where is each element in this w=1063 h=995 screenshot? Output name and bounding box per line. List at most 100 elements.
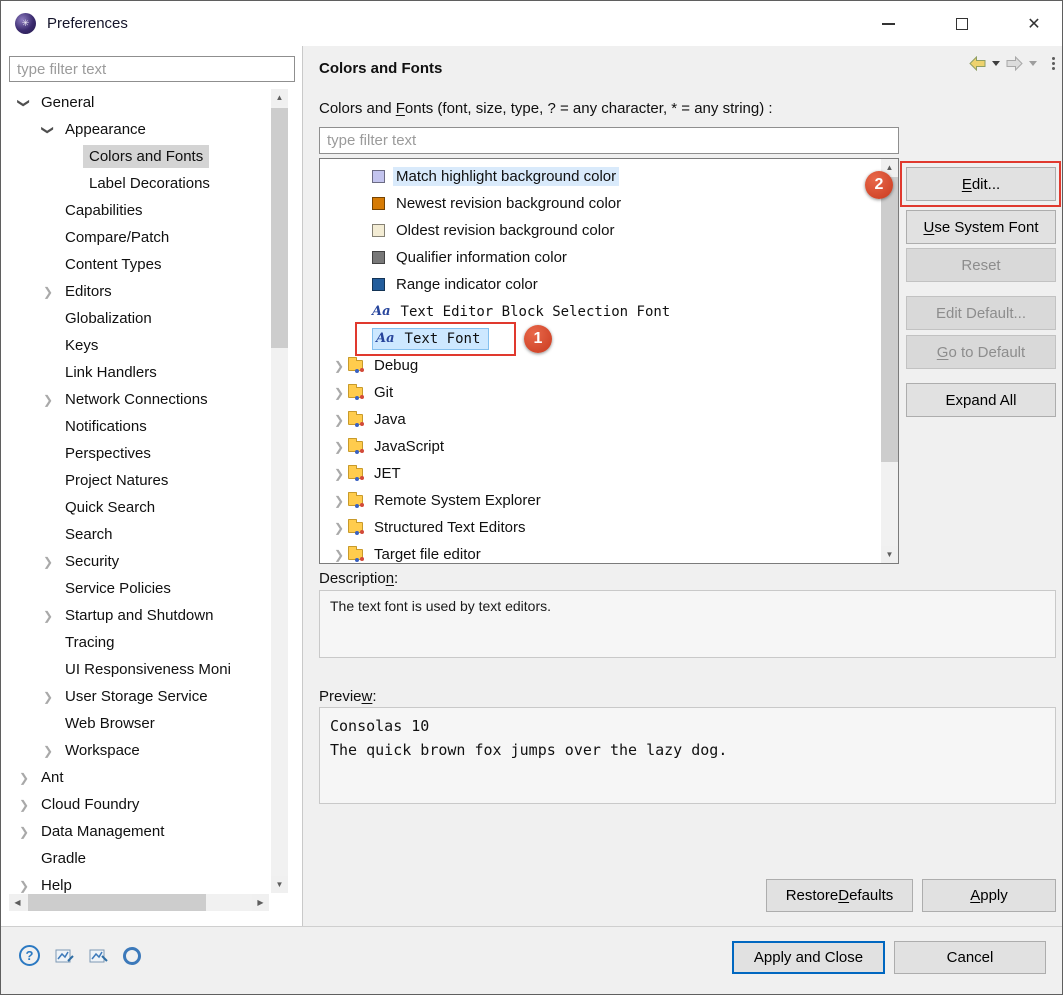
chevron-collapsed-icon[interactable] xyxy=(13,796,35,814)
scrollbar-thumb[interactable] xyxy=(28,894,206,911)
list-item-git[interactable]: Git xyxy=(320,379,881,406)
list-item-newest-revision[interactable]: Newest revision background color xyxy=(320,190,881,217)
chevron-collapsed-icon[interactable] xyxy=(37,553,59,571)
scroll-up-icon[interactable] xyxy=(271,89,288,106)
tree-item-editors[interactable]: Editors xyxy=(1,278,269,305)
fonts-filter-input[interactable] xyxy=(319,127,899,154)
list-item-java[interactable]: Java xyxy=(320,406,881,433)
tree-item-gradle[interactable]: Gradle xyxy=(1,845,269,872)
tree-item-tracing[interactable]: Tracing xyxy=(1,629,269,656)
go-to-default-button[interactable]: Go to Default xyxy=(906,335,1056,369)
tree-item-compare-patch[interactable]: Compare/Patch xyxy=(1,224,269,251)
tree-item-appearance[interactable]: Appearance xyxy=(1,116,269,143)
tree-item-colors-and-fonts[interactable]: Colors and Fonts xyxy=(1,143,269,170)
chevron-collapsed-icon[interactable] xyxy=(330,546,348,563)
chevron-collapsed-icon[interactable] xyxy=(37,688,59,706)
scrollbar-thumb[interactable] xyxy=(881,177,898,462)
back-arrow-icon[interactable] xyxy=(969,56,986,71)
chevron-expanded-icon[interactable] xyxy=(13,94,35,112)
chevron-collapsed-icon[interactable] xyxy=(13,823,35,841)
help-icon[interactable] xyxy=(19,945,40,966)
tree-item-link-handlers[interactable]: Link Handlers xyxy=(1,359,269,386)
list-item-javascript[interactable]: JavaScript xyxy=(320,433,881,460)
minimize-button[interactable] xyxy=(872,9,904,39)
scroll-left-icon[interactable] xyxy=(9,894,26,911)
import-preferences-icon[interactable] xyxy=(89,948,108,964)
chevron-collapsed-icon[interactable] xyxy=(330,384,348,401)
tree-item-startup-and-shutdown[interactable]: Startup and Shutdown xyxy=(1,602,269,629)
restore-defaults-button[interactable]: Restore Defaults xyxy=(766,879,913,912)
chevron-collapsed-icon[interactable] xyxy=(37,391,59,409)
tree-item-workspace[interactable]: Workspace xyxy=(1,737,269,764)
list-item-text-font[interactable]: AaText Font xyxy=(320,325,881,352)
apply-and-close-button[interactable]: Apply and Close xyxy=(732,941,885,974)
chevron-collapsed-icon[interactable] xyxy=(330,411,348,428)
tree-item-content-types[interactable]: Content Types xyxy=(1,251,269,278)
list-item-block-selection-font[interactable]: AaText Editor Block Selection Font xyxy=(320,298,881,325)
tree-item-search[interactable]: Search xyxy=(1,521,269,548)
chevron-collapsed-icon[interactable] xyxy=(330,492,348,509)
export-preferences-icon[interactable] xyxy=(55,948,74,964)
tree-item-web-browser[interactable]: Web Browser xyxy=(1,710,269,737)
tree-item-capabilities[interactable]: Capabilities xyxy=(1,197,269,224)
tree-item-data-management[interactable]: Data Management xyxy=(1,818,269,845)
tree-item-cloud-foundry[interactable]: Cloud Foundry xyxy=(1,791,269,818)
chevron-collapsed-icon[interactable] xyxy=(13,877,35,895)
chevron-collapsed-icon[interactable] xyxy=(330,465,348,482)
tree-item-label-decorations[interactable]: Label Decorations xyxy=(1,170,269,197)
tree-item-perspectives[interactable]: Perspectives xyxy=(1,440,269,467)
tree-item-user-storage-service[interactable]: User Storage Service xyxy=(1,683,269,710)
use-system-font-button[interactable]: Use System Font xyxy=(906,210,1056,244)
list-vertical-scrollbar[interactable] xyxy=(881,159,898,563)
chevron-collapsed-icon[interactable] xyxy=(330,438,348,455)
tree-vertical-scrollbar[interactable] xyxy=(271,89,288,893)
tree-item-ui-responsiveness[interactable]: UI Responsiveness Moni xyxy=(1,656,269,683)
expand-all-button[interactable]: Expand All xyxy=(906,383,1056,417)
tree-item-globalization[interactable]: Globalization xyxy=(1,305,269,332)
maximize-button[interactable] xyxy=(946,9,978,39)
tree-item-quick-search[interactable]: Quick Search xyxy=(1,494,269,521)
tree-item-project-natures[interactable]: Project Natures xyxy=(1,467,269,494)
chevron-collapsed-icon[interactable] xyxy=(330,357,348,374)
tree-item-help[interactable]: Help xyxy=(1,872,269,894)
tree-filter-input[interactable] xyxy=(9,56,295,82)
forward-arrow-icon[interactable] xyxy=(1006,56,1023,71)
list-item-structured-text-editors[interactable]: Structured Text Editors xyxy=(320,514,881,541)
scroll-right-icon[interactable] xyxy=(252,894,269,911)
list-item-jet[interactable]: JET xyxy=(320,460,881,487)
list-item-match-highlight[interactable]: Match highlight background color xyxy=(320,163,881,190)
tree-item-general[interactable]: General xyxy=(1,89,269,116)
tree-item-ant[interactable]: Ant xyxy=(1,764,269,791)
list-item-qualifier-information[interactable]: Qualifier information color xyxy=(320,244,881,271)
chevron-expanded-icon[interactable] xyxy=(37,121,59,139)
close-button[interactable] xyxy=(1018,9,1050,39)
tree-horizontal-scrollbar[interactable] xyxy=(9,894,269,911)
back-history-dropdown-icon[interactable] xyxy=(992,61,1000,66)
reset-button[interactable]: Reset xyxy=(906,248,1056,282)
tree-item-notifications[interactable]: Notifications xyxy=(1,413,269,440)
chevron-collapsed-icon[interactable] xyxy=(13,769,35,787)
forward-history-dropdown-icon[interactable] xyxy=(1029,61,1037,66)
tree-item-network-connections[interactable]: Network Connections xyxy=(1,386,269,413)
list-item-remote-system-explorer[interactable]: Remote System Explorer xyxy=(320,487,881,514)
cancel-button[interactable]: Cancel xyxy=(894,941,1046,974)
chevron-collapsed-icon[interactable] xyxy=(330,519,348,536)
tree-item-keys[interactable]: Keys xyxy=(1,332,269,359)
view-menu-icon[interactable] xyxy=(1052,57,1055,70)
chevron-collapsed-icon[interactable] xyxy=(37,283,59,301)
scrollbar-thumb[interactable] xyxy=(271,108,288,348)
list-item-range-indicator[interactable]: Range indicator color xyxy=(320,271,881,298)
list-item-debug[interactable]: Debug xyxy=(320,352,881,379)
preference-recorder-icon[interactable] xyxy=(123,947,141,965)
tree-item-service-policies[interactable]: Service Policies xyxy=(1,575,269,602)
edit-button[interactable]: Edit... xyxy=(906,167,1056,201)
list-item-oldest-revision[interactable]: Oldest revision background color xyxy=(320,217,881,244)
scroll-down-icon[interactable] xyxy=(881,546,898,563)
scroll-down-icon[interactable] xyxy=(271,876,288,893)
apply-button[interactable]: Apply xyxy=(922,879,1056,912)
list-item-target-file-editor[interactable]: Target file editor xyxy=(320,541,881,564)
tree-item-security[interactable]: Security xyxy=(1,548,269,575)
chevron-collapsed-icon[interactable] xyxy=(37,607,59,625)
edit-default-button[interactable]: Edit Default... xyxy=(906,296,1056,330)
chevron-collapsed-icon[interactable] xyxy=(37,742,59,760)
